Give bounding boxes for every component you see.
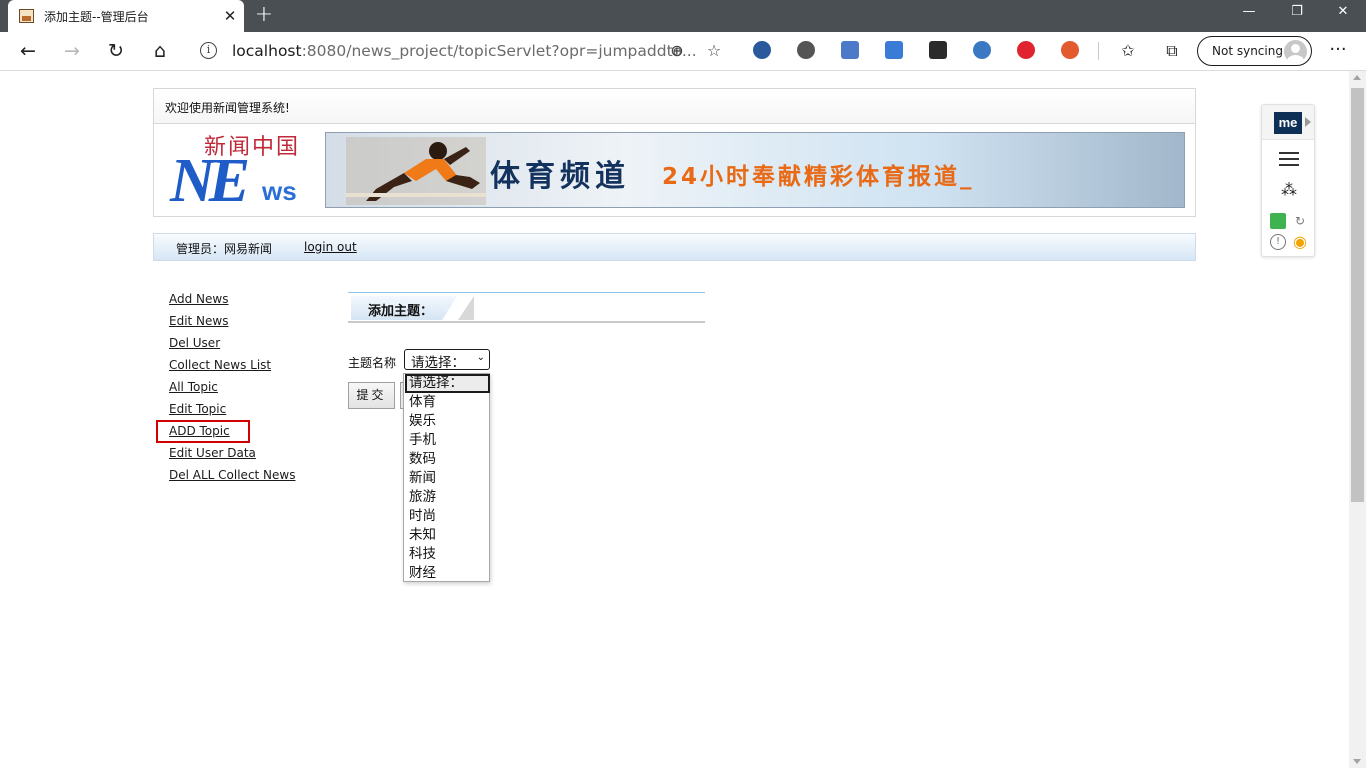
sidebar-link-add-news[interactable]: Add News [169, 292, 228, 306]
dropdown-option[interactable]: 数码 [405, 450, 490, 469]
chevron-down-icon: ⌄ [476, 352, 485, 363]
sidebar-link-edit-news[interactable]: Edit News [169, 314, 228, 328]
toolbar-divider [1098, 42, 1099, 60]
more-menu-icon[interactable]: ··· [1326, 37, 1350, 65]
url-host: localhost [232, 42, 302, 60]
sidebar-link-edit-topic[interactable]: Edit Topic [169, 402, 226, 416]
add-topic-highlight-box [156, 420, 250, 443]
scroll-thumb[interactable] [1351, 88, 1364, 502]
extension-opera-icon[interactable] [1017, 41, 1035, 59]
home-icon[interactable]: ⌂ [146, 37, 174, 65]
logo-big-letters: NE [170, 147, 250, 215]
dropdown-option[interactable]: 旅游 [405, 488, 490, 507]
admin-bar: 管理员：网易新闻 login out [153, 233, 1196, 261]
topic-select[interactable]: 请选择： ⌄ [404, 349, 490, 371]
dropdown-option[interactable]: 请选择： [405, 374, 490, 393]
address-url[interactable]: localhost:8080/news_project/topicServlet… [232, 42, 697, 60]
dropdown-option[interactable]: 娱乐 [405, 412, 490, 431]
submit-button[interactable]: 提交 [348, 382, 395, 409]
eye-icon[interactable]: ◉ [1292, 234, 1308, 250]
vertical-scrollbar[interactable] [1349, 71, 1366, 768]
page-viewport: 欢迎使用新闻管理系统! 新闻中国 NE ws 体育频道 24小时奉献精彩体育报道… [0, 71, 1366, 768]
admin-label: 管理员：网易新闻 [176, 242, 273, 256]
scroll-up-icon[interactable] [1353, 75, 1361, 80]
back-icon[interactable]: ← [14, 37, 42, 65]
welcome-text: 欢迎使用新闻管理系统! [165, 101, 290, 115]
collections-icon[interactable]: ⧉ [1158, 37, 1186, 65]
alert-icon[interactable]: ! [1270, 234, 1286, 250]
extension-translate-icon[interactable] [841, 41, 859, 59]
dropdown-option[interactable]: 体育 [405, 393, 490, 412]
browser-toolbar: ← → ↻ ⌂ i localhost:8080/news_project/to… [0, 32, 1366, 71]
sidebar-link-del-all-collect-news[interactable]: Del ALL Collect News [169, 468, 295, 482]
hamburger-menu-icon[interactable] [1279, 152, 1299, 166]
scroll-down-icon[interactable] [1353, 759, 1361, 764]
dropdown-option[interactable]: 科技 [405, 545, 490, 564]
sync-label: Not syncing [1212, 44, 1283, 58]
dropdown-option[interactable]: 时尚 [405, 507, 490, 526]
page-favicon-icon [19, 9, 34, 23]
news-china-logo: 新闻中国 NE ws [168, 128, 318, 212]
tab-close-icon[interactable]: ✕ [220, 6, 240, 26]
dropdown-option[interactable]: 未知 [405, 526, 490, 545]
restore-icon[interactable]: ❐ [1274, 0, 1320, 26]
browser-window: 添加主题--管理后台 ✕ + — ❐ ✕ ← → ↻ ⌂ i localhost… [0, 0, 1366, 768]
dropdown-option[interactable]: 新闻 [405, 469, 490, 488]
minimize-icon[interactable]: — [1226, 0, 1272, 26]
close-window-icon[interactable]: ✕ [1320, 0, 1366, 26]
extension-dark-circle-icon[interactable] [797, 41, 815, 59]
topic-dropdown-list: 请选择： 体育 娱乐 手机 数码 新闻 旅游 时尚 未知 科技 财经 [403, 373, 490, 582]
extension-blue-shield-icon[interactable] [885, 41, 903, 59]
forward-icon[interactable]: → [58, 37, 86, 65]
banner-title: 体育频道 [490, 159, 630, 194]
address-bar[interactable]: i localhost:8080/news_project/topicServl… [188, 36, 734, 66]
sidebar-link-del-user[interactable]: Del User [169, 336, 220, 350]
favorite-star-icon[interactable]: ☆ [703, 40, 725, 62]
browser-tab[interactable]: 添加主题--管理后台 ✕ [8, 0, 244, 32]
extension-side-panel: me ⁂ ↻ ! ◉ [1261, 104, 1315, 257]
avatar-icon [1284, 40, 1307, 63]
tab-title: 添加主题--管理后台 [44, 10, 149, 24]
dropdown-option[interactable]: 手机 [405, 431, 490, 450]
site-header: 新闻中国 NE ws 体育频道 24小时奉献精彩体育报道_ [153, 123, 1196, 217]
logo-small-letters: ws [262, 176, 297, 206]
new-tab-icon[interactable]: + [252, 4, 276, 28]
dropdown-option[interactable]: 财经 [405, 564, 490, 583]
extension-dots-icon[interactable] [1061, 41, 1079, 59]
section-header: 添加主题： [348, 292, 705, 323]
welcome-bar: 欢迎使用新闻管理系统! [153, 88, 1196, 124]
extension-panel-header[interactable]: me [1262, 105, 1314, 140]
url-path: :8080/news_project/topicServlet?opr=jump… [301, 42, 697, 60]
tab-strip: 添加主题--管理后台 ✕ + — ❐ ✕ [0, 0, 1366, 32]
refresh-icon[interactable]: ↻ [102, 37, 130, 65]
site-info-icon[interactable]: i [200, 42, 217, 59]
expand-arrow-icon[interactable] [1305, 117, 1311, 127]
extension-firefox-icon[interactable] [753, 41, 771, 59]
extension-x-icon[interactable] [929, 41, 947, 59]
profile-sync-button[interactable]: Not syncing [1197, 36, 1312, 66]
extension-compass-icon[interactable] [973, 41, 991, 59]
section-title: 添加主题： [368, 304, 434, 319]
athlete-illustration-icon [346, 137, 486, 205]
cast-icon[interactable] [1270, 213, 1286, 229]
sidebar-link-edit-user-data[interactable]: Edit User Data [169, 446, 256, 460]
favorites-icon[interactable]: ✩ [1114, 37, 1142, 65]
section-tab-edge [458, 296, 474, 320]
topic-name-label: 主题名称 [348, 356, 397, 370]
topic-select-value: 请选择： [411, 355, 465, 371]
magic-wand-icon[interactable]: ⁂ [1278, 179, 1300, 201]
me-logo: me [1274, 112, 1302, 134]
zoom-icon[interactable]: ⊕ [666, 40, 688, 62]
refresh-small-icon[interactable]: ↻ [1292, 213, 1308, 229]
sidebar-link-all-topic[interactable]: All Topic [169, 380, 218, 394]
sports-banner: 体育频道 24小时奉献精彩体育报道_ [325, 132, 1185, 208]
sidebar-link-collect-news-list[interactable]: Collect News List [169, 358, 271, 372]
logout-link[interactable]: login out [304, 240, 357, 254]
banner-slogan: 24小时奉献精彩体育报道_ [662, 164, 975, 190]
